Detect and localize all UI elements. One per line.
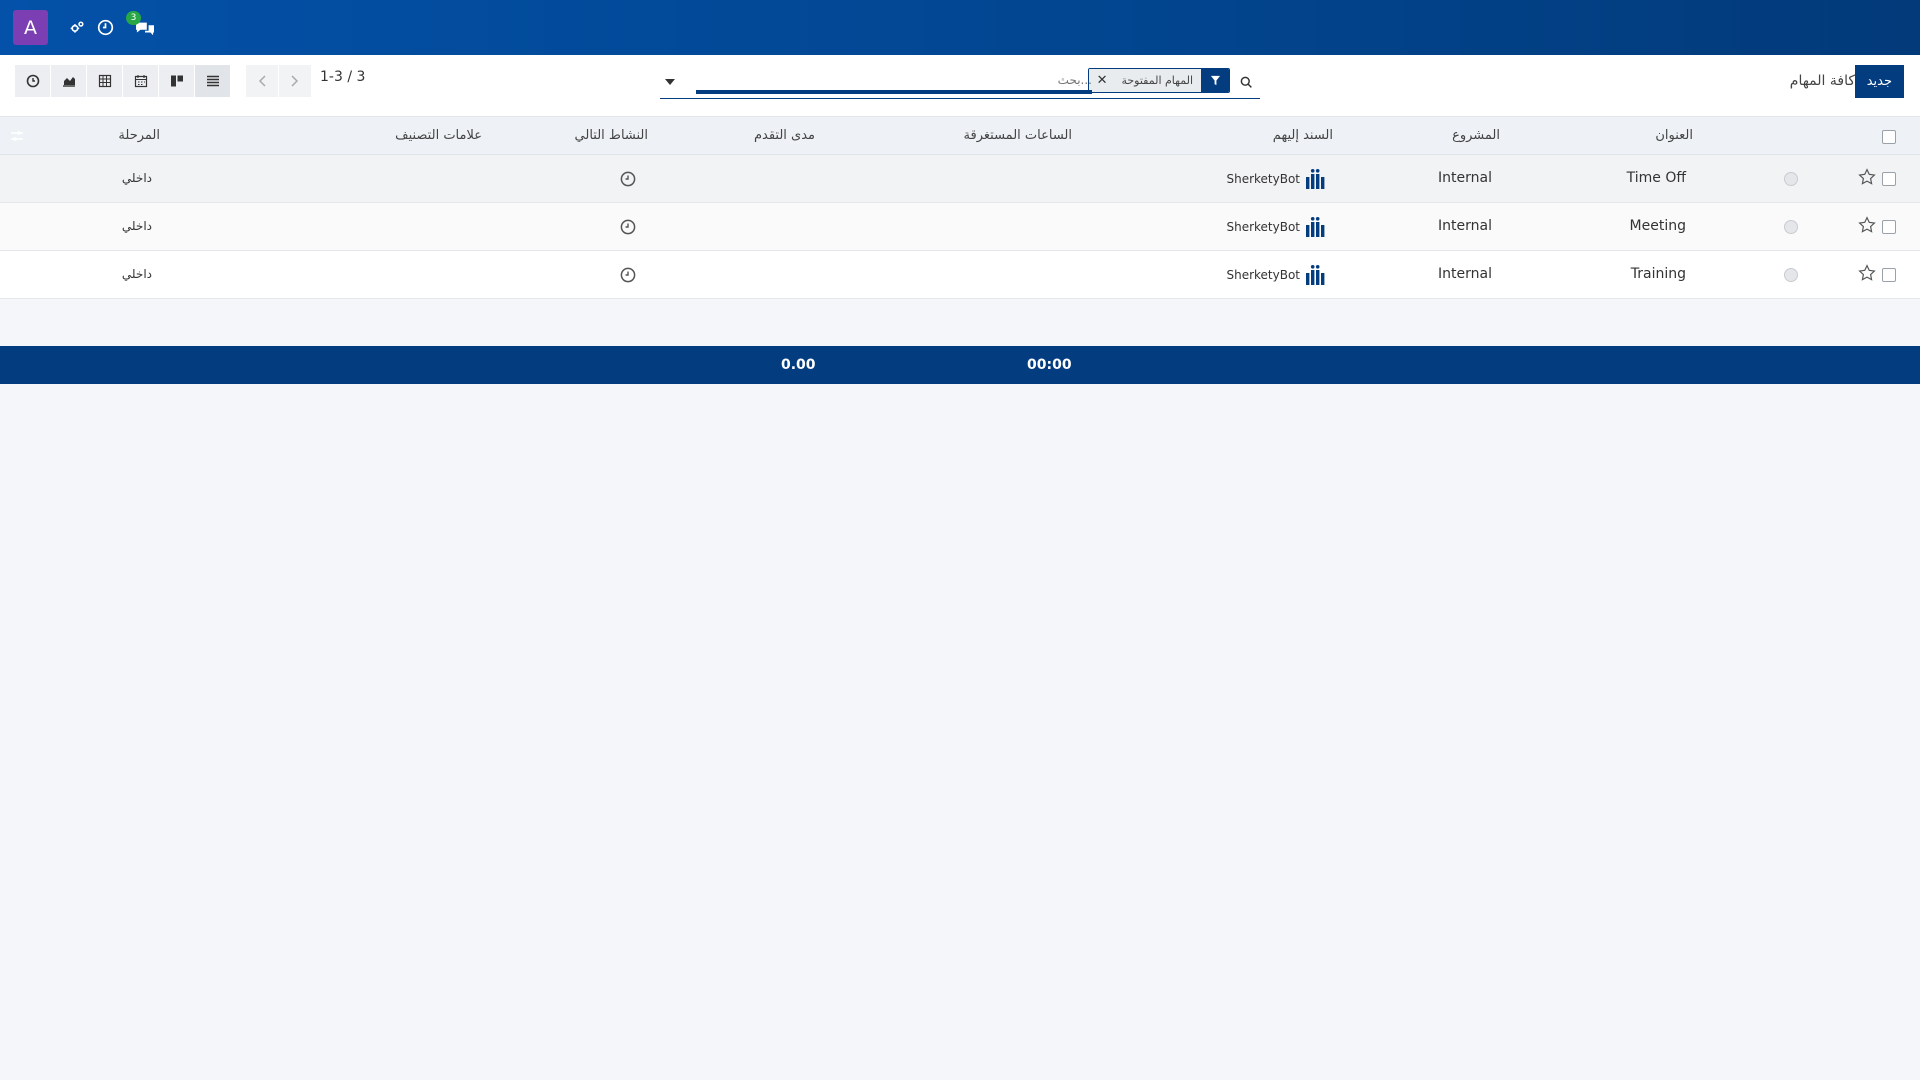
task-assignee: SherketyBot [1226,168,1326,190]
favorite-star-icon[interactable] [1858,168,1876,186]
caret-down-icon[interactable] [664,76,676,88]
bot-avatar-icon [1300,168,1326,190]
header-assignee[interactable]: السند إليهم [1273,128,1333,143]
task-assignee: SherketyBot [1226,264,1326,286]
empty-row [0,299,1920,346]
pager-value[interactable]: 1-3 / 3 [320,69,365,85]
pivot-view-icon[interactable] [87,65,122,97]
task-title: Training [1630,266,1686,282]
kanban-state-icon[interactable] [1784,172,1798,186]
activity-clock-icon[interactable] [620,267,636,283]
view-switcher [15,65,231,97]
kanban-view-icon[interactable] [159,65,194,97]
activity-clock-icon[interactable] [620,171,636,187]
task-project: Internal [1438,218,1492,234]
clock-icon[interactable] [94,17,116,39]
chat-icon[interactable]: 3 [126,10,156,39]
pager-previous-button[interactable] [246,65,278,97]
graph-view-icon[interactable] [51,65,86,97]
breadcrumb: كافة المهام [1789,73,1855,89]
facet-label: المهام المفتوحة [1113,69,1201,92]
assignee-name: SherketyBot [1226,220,1300,234]
favorite-star-icon[interactable] [1858,216,1876,234]
pager-next-button[interactable] [279,65,311,97]
task-list-table: العنوان المشروع السند إليهم الساعات المس… [0,117,1920,384]
task-title: Meeting [1629,218,1686,234]
settings-icon[interactable] [66,17,88,39]
list-view-icon[interactable] [195,65,230,97]
table-row[interactable]: Meeting Internal SherketyBot داخلي [0,203,1920,251]
bot-avatar-icon [1300,216,1326,238]
search-icon[interactable] [1236,72,1256,92]
top-navbar: A 3 [0,0,1920,55]
header-hours-spent[interactable]: الساعات المستغرقة [964,128,1072,143]
row-checkbox[interactable] [1882,220,1896,234]
assignee-name: SherketyBot [1226,172,1300,186]
activity-clock-icon[interactable] [620,219,636,235]
kanban-state-icon[interactable] [1784,268,1798,282]
search-input[interactable] [696,70,1092,94]
table-row[interactable]: Time Off Internal SherketyBot داخلي [0,155,1920,203]
search-bar: ✕ المهام المفتوحة [660,67,1260,99]
task-stage: داخلي [121,219,152,233]
total-progress: 0.00 [781,357,816,373]
activity-view-icon[interactable] [15,65,50,97]
search-facet: ✕ المهام المفتوحة [1087,68,1230,93]
pager-nav [246,65,312,97]
calendar-view-icon[interactable] [123,65,158,97]
task-project: Internal [1438,266,1492,282]
row-checkbox[interactable] [1882,268,1896,282]
select-all-checkbox[interactable] [1882,130,1896,144]
task-project: Internal [1438,170,1492,186]
kanban-state-icon[interactable] [1784,220,1798,234]
control-panel: جديد كافة المهام ✕ المهام المفتوحة 1-3 /… [0,55,1920,117]
filter-icon [1201,69,1229,92]
task-stage: داخلي [121,267,152,281]
header-next-activity[interactable]: النشاط التالي [575,128,648,143]
header-progress[interactable]: مدى التقدم [754,128,815,143]
column-settings-icon[interactable] [10,129,24,143]
task-stage: داخلي [121,171,152,185]
header-tags[interactable]: علامات التصنيف [395,128,482,143]
bot-avatar-icon [1300,264,1326,286]
new-button[interactable]: جديد [1854,65,1904,98]
table-header: العنوان المشروع السند إليهم الساعات المس… [0,117,1920,155]
favorite-star-icon[interactable] [1858,264,1876,282]
user-avatar[interactable]: A [13,10,48,45]
task-assignee: SherketyBot [1226,216,1326,238]
total-hours-spent: 00:00 [1027,357,1072,373]
header-title[interactable]: العنوان [1655,128,1693,143]
totals-row: 00:00 0.00 [0,346,1920,384]
header-project[interactable]: المشروع [1452,128,1500,143]
chat-badge: 3 [126,10,141,25]
task-title: Time Off [1626,170,1686,186]
assignee-name: SherketyBot [1226,268,1300,282]
table-row[interactable]: Training Internal SherketyBot داخلي [0,251,1920,299]
header-stage[interactable]: المرحلة [118,128,160,143]
remove-facet-icon[interactable]: ✕ [1088,69,1114,92]
row-checkbox[interactable] [1882,172,1896,186]
